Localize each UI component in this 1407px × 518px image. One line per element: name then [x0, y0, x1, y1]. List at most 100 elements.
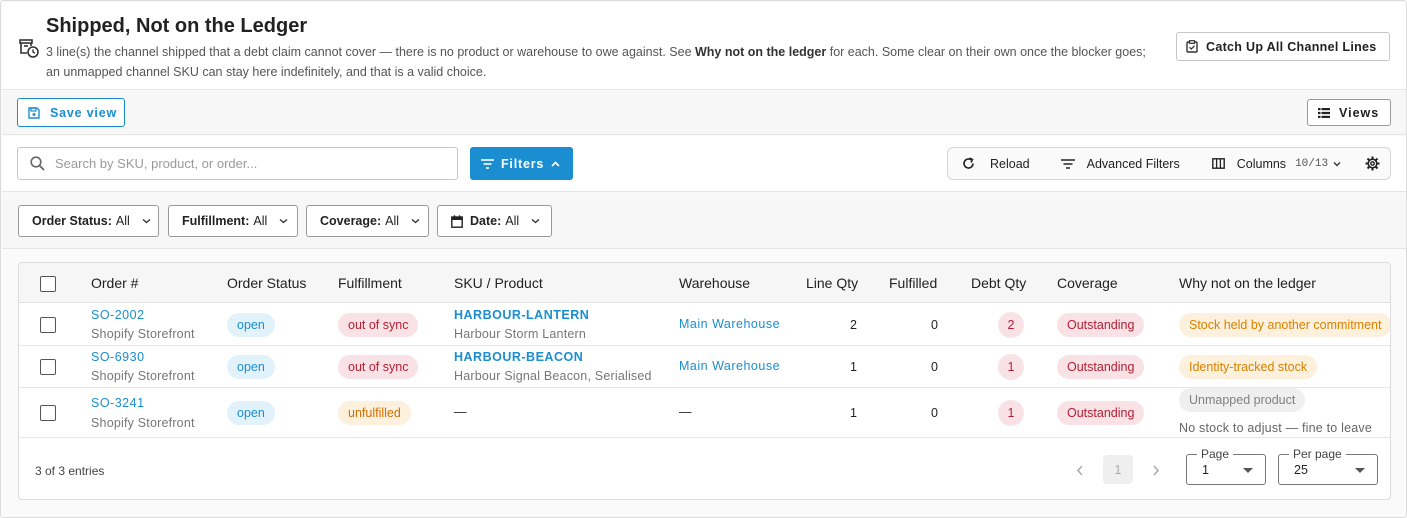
warehouse-link[interactable]: Main Warehouse [679, 317, 780, 331]
page-header: Shipped, Not on the Ledger 3 line(s) the… [2, 2, 1406, 90]
ledger-table-card: Order # Order Status Fulfillment SKU / P… [18, 262, 1391, 500]
table-row[interactable]: SO-3241 Shopify Storefront open unfulfil… [19, 388, 1390, 438]
shipping-clock-icon [19, 39, 39, 58]
why-badge[interactable]: Identity-tracked stock [1179, 355, 1318, 379]
debt-qty-badge: 1 [998, 354, 1024, 380]
line-qty: 2 [850, 318, 857, 332]
chevron-up-icon [551, 160, 560, 167]
col-fulfilled[interactable]: Fulfilled [889, 275, 937, 291]
line-qty: 1 [850, 360, 857, 374]
per-page-select[interactable]: Per page 25 [1278, 447, 1378, 485]
order-link[interactable]: SO-6930 [91, 350, 145, 364]
fulfillment-badge: out of sync [338, 355, 419, 379]
table-header: Order # Order Status Fulfillment SKU / P… [19, 263, 1390, 303]
chip-order-status-key: Order Status: [32, 214, 112, 228]
order-link[interactable]: SO-3241 [91, 396, 145, 410]
warehouse-link[interactable]: Main Warehouse [679, 359, 780, 373]
table-footer: 3 of 3 entries 1 Page 1 Per page 25 [19, 438, 1390, 499]
save-view-label: Save view [50, 105, 117, 120]
caret-down-icon [1355, 468, 1365, 473]
col-fulfillment[interactable]: Fulfillment [338, 275, 402, 291]
product-name: Harbour Storm Lantern [454, 327, 587, 341]
columns-button[interactable]: Columns 10/13 [1211, 156, 1341, 171]
gear-icon [1365, 156, 1380, 171]
list-icon [1318, 107, 1330, 118]
col-order-status[interactable]: Order Status [227, 275, 306, 291]
settings-button[interactable] [1365, 156, 1380, 171]
reload-label: Reload [990, 156, 1030, 171]
status-badge: open [227, 355, 275, 379]
order-channel: Shopify Storefront [91, 369, 195, 383]
page-frame: Shipped, Not on the Ledger 3 line(s) the… [0, 0, 1407, 518]
row-checkbox[interactable] [40, 359, 56, 375]
col-why-not-on-ledger[interactable]: Why not on the ledger [1179, 275, 1316, 291]
order-channel: Shopify Storefront [91, 327, 195, 341]
chip-coverage[interactable]: Coverage: All [306, 205, 429, 237]
chevron-right-icon[interactable] [1152, 465, 1160, 476]
col-warehouse[interactable]: Warehouse [679, 275, 750, 291]
filters-button[interactable]: Filters [470, 147, 573, 180]
table-toolbar: Reload Advanced Filters Columns 10/13 [947, 147, 1391, 180]
chip-date[interactable]: Date: All [437, 205, 552, 237]
fulfilled-qty: 0 [931, 406, 938, 420]
columns-icon [1211, 158, 1225, 169]
views-label: Views [1339, 105, 1380, 120]
current-page-button[interactable]: 1 [1103, 455, 1133, 484]
page-description: 3 line(s) the channel shipped that a deb… [46, 45, 1146, 79]
row-checkbox[interactable] [40, 317, 56, 333]
filter-icon [481, 158, 494, 169]
fulfillment-badge: unfulfilled [338, 401, 411, 425]
why-badge[interactable]: Stock held by another commitment [1179, 313, 1390, 337]
chevron-down-icon [531, 218, 540, 224]
filter-lines-icon [1060, 158, 1075, 169]
row-checkbox[interactable] [40, 405, 56, 421]
col-sku-product[interactable]: SKU / Product [454, 275, 543, 291]
search-input[interactable] [55, 156, 435, 171]
reload-button[interactable]: Reload [962, 157, 1030, 171]
chevron-left-icon[interactable] [1076, 465, 1084, 476]
order-link[interactable]: SO-2002 [91, 308, 145, 322]
sku-link[interactable]: HARBOUR-BEACON [454, 350, 583, 364]
coverage-badge: Outstanding [1057, 313, 1145, 337]
advanced-filters-button[interactable]: Advanced Filters [1060, 156, 1180, 171]
chip-order-status[interactable]: Order Status: All [18, 205, 159, 237]
per-page-select-value: 25 [1294, 463, 1308, 477]
advanced-filters-label: Advanced Filters [1086, 156, 1180, 171]
chip-coverage-value: All [385, 214, 400, 228]
line-qty: 1 [850, 406, 857, 420]
search-field[interactable] [17, 147, 458, 180]
chip-coverage-key: Coverage: [320, 214, 382, 228]
coverage-badge: Outstanding [1057, 355, 1145, 379]
caret-down-icon [1243, 468, 1253, 473]
save-icon [28, 106, 40, 119]
catch-up-all-button[interactable]: Catch Up All Channel Lines [1176, 32, 1390, 61]
why-note: No stock to adjust — fine to leave [1179, 421, 1373, 435]
col-order[interactable]: Order # [91, 275, 138, 291]
sku-link[interactable]: HARBOUR-LANTERN [454, 308, 589, 322]
search-bar: Filters Reload Advanced Filters [2, 136, 1406, 192]
col-coverage[interactable]: Coverage [1057, 275, 1118, 291]
col-line-qty[interactable]: Line Qty [806, 275, 858, 291]
col-debt-qty[interactable]: Debt Qty [971, 275, 1026, 291]
fulfilled-qty: 0 [931, 318, 938, 332]
table-row[interactable]: SO-2002 Shopify Storefront open out of s… [19, 304, 1390, 346]
filter-chips-bar: Order Status: All Fulfillment: All Coverag… [2, 193, 1406, 249]
chip-date-value: All [505, 214, 520, 228]
views-button[interactable]: Views [1307, 99, 1391, 126]
page-select[interactable]: Page 1 [1186, 447, 1266, 485]
columns-count: 10/13 [1295, 157, 1329, 170]
columns-label: Columns [1236, 156, 1287, 171]
why-badge[interactable]: Unmapped product [1179, 388, 1306, 412]
chevron-down-icon [411, 218, 420, 224]
chevron-down-icon [142, 218, 151, 224]
table-row[interactable]: SO-6930 Shopify Storefront open out of s… [19, 346, 1390, 388]
chip-fulfillment[interactable]: Fulfillment: All [168, 205, 298, 237]
why-column-reference: Why not on the ledger [695, 45, 827, 59]
chip-fulfillment-value: All [253, 214, 268, 228]
debt-qty-badge: 1 [998, 400, 1024, 426]
per-page-select-label: Per page [1289, 447, 1346, 461]
chip-date-key: Date: [470, 214, 502, 228]
view-bar: Save view Views [2, 91, 1406, 135]
select-all-checkbox[interactable] [40, 276, 56, 292]
save-view-button[interactable]: Save view [17, 98, 125, 127]
